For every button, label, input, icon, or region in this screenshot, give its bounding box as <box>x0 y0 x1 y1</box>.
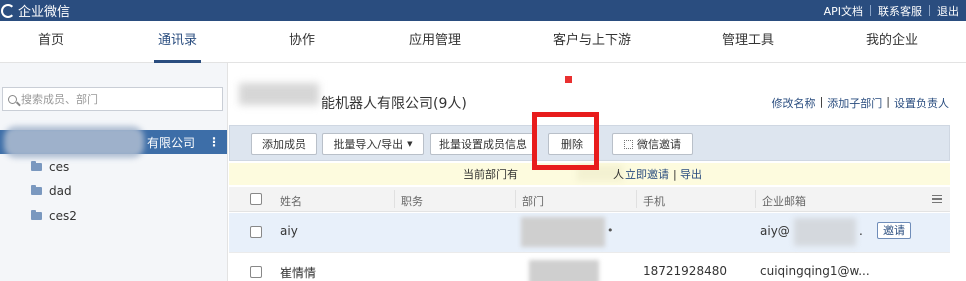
export-link[interactable]: 导出 <box>680 166 702 182</box>
folder-icon <box>31 210 42 220</box>
wechat-invite-button[interactable]: 微信邀请 <box>612 133 693 155</box>
set-manager-link[interactable]: 设置负责人 <box>894 95 949 111</box>
folder-icon <box>31 185 42 195</box>
chevron-down-icon: ▼ <box>407 140 413 148</box>
department-item[interactable]: ces2 <box>31 206 77 226</box>
invite-button[interactable]: 邀请 <box>877 222 911 239</box>
column-name[interactable]: 姓名 <box>280 193 302 209</box>
member-name: 崔情情 <box>280 266 317 280</box>
add-subdepartment-link[interactable]: 添加子部门 <box>827 95 882 111</box>
nav-customers-partners[interactable]: 客户与上下游 <box>553 21 631 63</box>
nav-my-enterprise[interactable]: 我的企业 <box>866 21 918 63</box>
department-label: ces2 <box>49 209 77 223</box>
row-checkbox[interactable] <box>250 226 262 238</box>
org-sidebar: 搜索成员、部门 有限公司 ⋮ ces dad ces2 <box>0 63 228 281</box>
department-item[interactable]: dad <box>31 181 72 201</box>
rename-link[interactable]: 修改名称 <box>772 95 816 111</box>
column-settings-icon[interactable] <box>932 195 942 203</box>
bulk-import-export-button[interactable]: 批量导入/导出 ▼ <box>322 133 424 155</box>
member-email: cuiqingqing1@w... <box>760 264 870 278</box>
department-label: ces <box>49 160 70 174</box>
delete-highlight-box <box>532 112 599 170</box>
notice-text: 当前部门有 <box>463 168 518 181</box>
column-email[interactable]: 企业邮箱 <box>762 193 806 209</box>
nav-contacts[interactable]: 通讯录 <box>154 21 202 63</box>
qr-code-icon <box>624 139 633 149</box>
invite-now-link[interactable]: 立即邀请 <box>625 166 669 182</box>
brand-name: 企业微信 <box>18 5 71 20</box>
member-search-input[interactable]: 搜索成员、部门 <box>2 87 223 111</box>
add-member-button[interactable]: 添加成员 <box>251 133 317 155</box>
logout-link[interactable]: 退出 <box>930 3 966 19</box>
members-panel: 能机器人有限公司(9人) 修改名称 | 添加子部门 | 设置负责人 添加成员 批… <box>229 63 966 281</box>
main-nav: 首页 通讯录 协作 应用管理 客户与上下游 管理工具 我的企业 <box>0 21 966 63</box>
api-docs-link[interactable]: API文档 <box>817 3 870 19</box>
org-root-node[interactable]: 有限公司 ⋮ <box>0 126 227 158</box>
select-all-checkbox[interactable] <box>250 193 262 205</box>
nav-home[interactable]: 首页 <box>38 21 64 63</box>
redacted-department <box>521 217 605 247</box>
department-item[interactable]: ces <box>31 157 69 177</box>
redacted-company-prefix <box>239 83 319 105</box>
notice-tail: 人 <box>613 168 624 181</box>
wecom-logo-icon <box>1 3 15 18</box>
redacted-company-name <box>4 126 144 158</box>
nav-management-tools[interactable]: 管理工具 <box>722 21 774 63</box>
column-title[interactable]: 职务 <box>401 193 423 209</box>
member-email: aiy@ <box>760 224 790 238</box>
column-phone[interactable]: 手机 <box>643 193 665 209</box>
top-bar: 企业微信 API文档 联系客服 退出 <box>0 0 966 21</box>
search-placeholder: 搜索成员、部门 <box>21 93 98 106</box>
search-icon <box>8 94 17 104</box>
brand[interactable]: 企业微信 <box>0 0 70 21</box>
department-label: dad <box>49 184 72 198</box>
contact-support-link[interactable]: 联系客服 <box>871 3 929 19</box>
member-phone: 18721928480 <box>643 264 727 278</box>
top-links: API文档 联系客服 退出 <box>817 0 966 21</box>
member-name: aiy <box>280 224 298 238</box>
column-department[interactable]: 部门 <box>522 193 544 209</box>
table-row[interactable]: aiy • aiy@ . 邀请 <box>229 213 950 253</box>
nav-collaboration[interactable]: 协作 <box>289 21 315 63</box>
department-actions: 修改名称 | 添加子部门 | 设置负责人 <box>771 95 949 111</box>
more-options-icon[interactable]: ⋮ <box>208 135 220 149</box>
member-table-header: 姓名 职务 部门 手机 企业邮箱 <box>229 187 950 212</box>
org-root-label: 有限公司 <box>147 135 196 150</box>
redacted-department <box>529 260 599 281</box>
table-row[interactable]: 崔情情 18721928480 cuiqingqing1@w... <box>229 254 950 281</box>
redacted-email <box>794 218 856 246</box>
bulk-set-info-button[interactable]: 批量设置成员信息 <box>430 133 536 155</box>
row-checkbox[interactable] <box>250 266 262 278</box>
nav-app-management[interactable]: 应用管理 <box>409 21 461 63</box>
folder-icon <box>31 161 42 171</box>
annotation-dot <box>565 76 572 83</box>
page-title: 能机器人有限公司(9人) <box>321 96 467 112</box>
